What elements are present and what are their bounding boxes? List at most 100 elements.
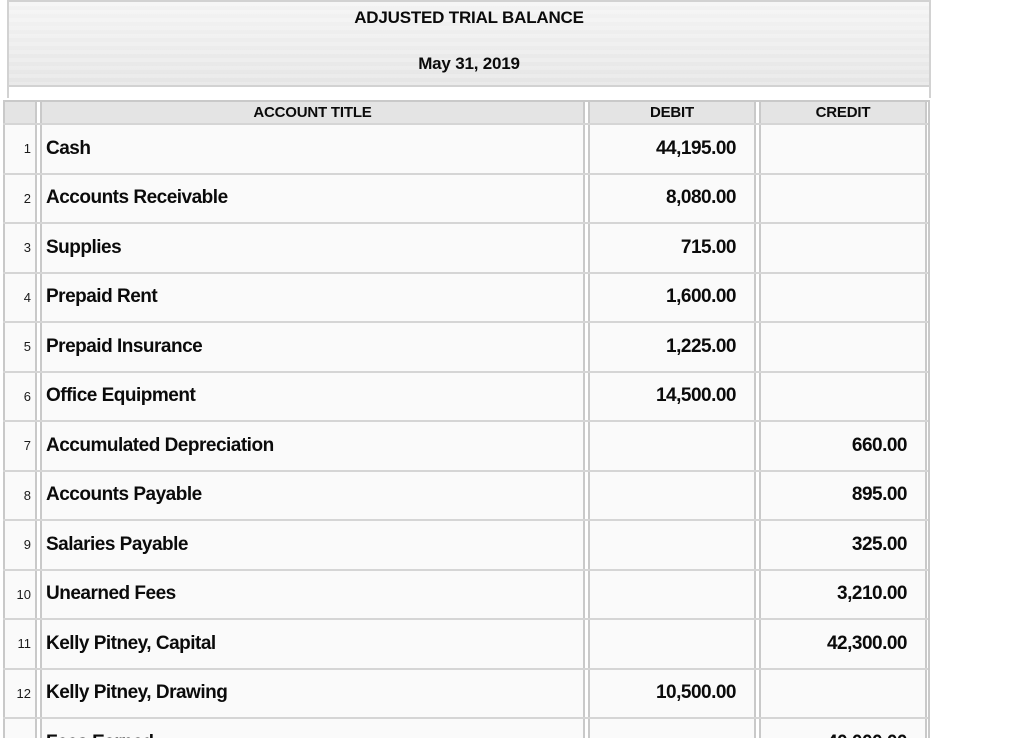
credit-amount: 895.00 [852,484,907,506]
table-header-row: ACCOUNT TITLE DEBIT CREDIT [3,102,928,125]
sheet-date: May 31, 2019 [9,28,929,74]
table-row: 2 Accounts Receivable 8,080.00 [3,175,928,225]
account-cell[interactable]: Salaries Payable [40,521,585,569]
credit-cell[interactable] [759,274,927,322]
table-row: 7 Accumulated Depreciation 660.00 [3,422,928,472]
account-cell[interactable]: Prepaid Insurance [40,323,585,371]
debit-cell[interactable]: 1,600.00 [588,274,756,322]
row-number-cell: 6 [3,373,37,421]
credit-cell[interactable]: 42,300.00 [759,620,927,668]
account-cell[interactable]: Cash [40,125,585,173]
row-number-cell: 9 [3,521,37,569]
row-number: 7 [24,438,31,453]
row-number-cell: 8 [3,472,37,520]
row-number: 8 [24,488,31,503]
credit-cell[interactable]: 3,210.00 [759,571,927,619]
debit-cell[interactable] [588,422,756,470]
debit-cell[interactable] [588,521,756,569]
row-number-header [3,102,37,123]
row-number: 12 [17,686,31,701]
row-number: 10 [17,587,31,602]
debit-amount: 8,080.00 [666,187,736,209]
account-title: Unearned Fees [46,583,176,605]
column-header-credit: CREDIT [759,102,927,123]
debit-amount: 44,195.00 [656,138,736,160]
title-block: ADJUSTED TRIAL BALANCE May 31, 2019 [7,0,931,98]
credit-cell[interactable] [759,175,927,223]
table-row: 11 Kelly Pitney, Capital 42,300.00 [3,620,928,670]
table-row: 5 Prepaid Insurance 1,225.00 [3,323,928,373]
account-title: Accounts Payable [46,484,202,506]
row-number-cell: 4 [3,274,37,322]
credit-amount: 42,300.00 [827,633,907,655]
credit-cell[interactable] [759,373,927,421]
account-cell[interactable]: Accumulated Depreciation [40,422,585,470]
sheet-title: ADJUSTED TRIAL BALANCE [9,2,929,28]
account-title: Prepaid Insurance [46,336,202,358]
account-cell[interactable]: Accounts Receivable [40,175,585,223]
account-cell[interactable]: Office Equipment [40,373,585,421]
credit-cell[interactable]: 895.00 [759,472,927,520]
credit-cell[interactable]: 325.00 [759,521,927,569]
account-cell[interactable]: Unearned Fees [40,571,585,619]
credit-cell[interactable] [759,224,927,272]
debit-amount: 14,500.00 [656,385,736,407]
debit-cell[interactable]: 44,195.00 [588,125,756,173]
account-title: Cash [46,138,90,160]
credit-cell[interactable]: 660.00 [759,422,927,470]
row-number-cell: 12 [3,670,37,718]
row-number-cell: 3 [3,224,37,272]
table-row: 9 Salaries Payable 325.00 [3,521,928,571]
debit-amount: 715.00 [681,237,736,259]
account-cell[interactable]: Accounts Payable [40,472,585,520]
debit-amount: 10,500.00 [656,682,736,704]
debit-cell[interactable]: 8,080.00 [588,175,756,223]
table-row: 8 Accounts Payable 895.00 [3,472,928,522]
row-number: 9 [24,537,31,552]
debit-cell[interactable]: 14,500.00 [588,373,756,421]
credit-cell[interactable] [759,670,927,718]
account-title: Accounts Receivable [46,187,228,209]
credit-amount: 325.00 [852,534,907,556]
column-header-debit: DEBIT [588,102,756,123]
row-number: 6 [24,389,31,404]
table-row: 3 Supplies 715.00 [3,224,928,274]
column-header-account-title: ACCOUNT TITLE [40,102,585,123]
account-cell[interactable]: Kelly Pitney, Drawing [40,670,585,718]
account-cell[interactable]: Kelly Pitney, Capital [40,620,585,668]
row-number: 2 [24,191,31,206]
debit-cell[interactable] [588,472,756,520]
account-cell[interactable]: Supplies [40,224,585,272]
row-number: 5 [24,339,31,354]
account-title: Office Equipment [46,385,195,407]
credit-cell[interactable]: 40,000.00 [759,719,927,738]
table-row: 6 Office Equipment 14,500.00 [3,373,928,423]
debit-cell[interactable]: 1,225.00 [588,323,756,371]
debit-cell[interactable] [588,620,756,668]
debit-cell[interactable] [588,571,756,619]
row-number: 4 [24,290,31,305]
account-cell[interactable]: Fees Earned [40,719,585,738]
table-row: 13 Fees Earned 40,000.00 [3,719,928,738]
debit-amount: 1,600.00 [666,286,736,308]
credit-cell[interactable] [759,323,927,371]
account-title: Salaries Payable [46,534,188,556]
account-title: Fees Earned [46,732,154,738]
account-title: Prepaid Rent [46,286,157,308]
table-row: 10 Unearned Fees 3,210.00 [3,571,928,621]
row-number-cell: 7 [3,422,37,470]
row-number-cell: 10 [3,571,37,619]
debit-cell[interactable]: 715.00 [588,224,756,272]
debit-cell[interactable]: 10,500.00 [588,670,756,718]
account-cell[interactable]: Prepaid Rent [40,274,585,322]
credit-amount: 3,210.00 [837,583,907,605]
trial-balance-table: ACCOUNT TITLE DEBIT CREDIT 1 Cash 44,195… [3,100,930,738]
row-number-cell: 11 [3,620,37,668]
debit-cell[interactable] [588,719,756,738]
credit-cell[interactable] [759,125,927,173]
debit-amount: 1,225.00 [666,336,736,358]
table-row: 4 Prepaid Rent 1,600.00 [3,274,928,324]
table-row: 1 Cash 44,195.00 [3,125,928,175]
title-zone: ADJUSTED TRIAL BALANCE May 31, 2019 [9,2,929,87]
credit-amount: 660.00 [852,435,907,457]
